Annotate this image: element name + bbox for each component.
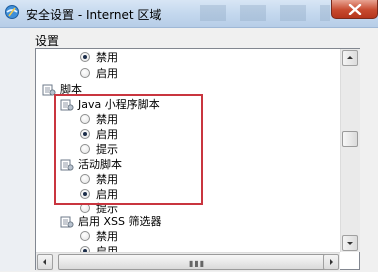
setting-label: 活动脚本 [78, 158, 122, 171]
settings-gear-icon [60, 159, 74, 171]
scroll-thumb[interactable] [342, 131, 358, 147]
list-item[interactable]: 禁用 [36, 50, 336, 65]
setting-item[interactable]: 活动脚本 [36, 157, 336, 172]
radio-button[interactable] [80, 189, 90, 199]
settings-label: 设置 [35, 34, 60, 48]
radio-button[interactable] [80, 129, 90, 139]
window-title: 安全设置 - Internet 区域 [26, 8, 162, 22]
list-item[interactable]: 禁用 [36, 172, 336, 187]
radio-button[interactable] [80, 231, 90, 241]
list-item[interactable]: 提示 [36, 142, 336, 157]
scroll-left-button[interactable] [37, 254, 53, 270]
list-item[interactable]: 启用 [36, 127, 336, 142]
vertical-scrollbar[interactable] [340, 49, 360, 252]
radio-button[interactable] [80, 114, 90, 124]
radio-label: 禁用 [96, 51, 118, 64]
setting-label: Java 小程序脚本 [78, 98, 160, 111]
horizontal-scroll-thumb[interactable]: ▮▮▮ [58, 254, 330, 270]
category-label: 脚本 [60, 83, 82, 96]
background-window-edge [0, 28, 30, 271]
list-item[interactable]: 启用 [36, 66, 336, 81]
setting-item[interactable]: 启用 XSS 筛选器 [36, 214, 336, 229]
scroll-up-button[interactable] [342, 50, 358, 66]
scroll-down-button[interactable] [342, 235, 358, 251]
scroll-right-button[interactable] [323, 254, 339, 270]
close-icon [348, 4, 362, 15]
setting-label: 启用 XSS 筛选器 [78, 215, 162, 228]
setting-item[interactable]: Java 小程序脚本 [36, 97, 336, 112]
arrow-up-icon [347, 56, 353, 59]
title-bar-blurred-area [200, 5, 330, 21]
radio-label: 启用 [96, 67, 118, 80]
radio-label: 禁用 [96, 113, 118, 126]
list-item[interactable]: 禁用 [36, 112, 336, 127]
settings-gear-icon [42, 84, 56, 96]
radio-label: 禁用 [96, 230, 118, 243]
settings-list[interactable]: 禁用 启用 脚本 Java 小程序脚本 禁用 启用 提示 活动脚本 禁用 启用 … [35, 48, 360, 270]
category-item[interactable]: 脚本 [36, 82, 336, 97]
radio-label: 启用 [96, 188, 118, 201]
radio-label: 启用 [96, 128, 118, 141]
settings-gear-icon [60, 216, 74, 228]
arrow-right-icon [330, 259, 333, 265]
radio-button[interactable] [80, 52, 90, 62]
arrow-left-icon [43, 259, 46, 265]
horizontal-scrollbar[interactable]: ▮▮▮ [36, 252, 340, 271]
close-button[interactable] [331, 0, 378, 19]
list-item[interactable]: 启用 [36, 187, 336, 202]
radio-label: 提示 [96, 143, 118, 156]
ie-security-icon [5, 5, 19, 19]
radio-label: 禁用 [96, 173, 118, 186]
grip-icon: ▮▮▮ [189, 259, 206, 268]
title-bar: 安全设置 - Internet 区域 [0, 0, 378, 28]
list-item[interactable]: 禁用 [36, 229, 336, 244]
arrow-down-icon [347, 242, 353, 245]
settings-gear-icon [60, 99, 74, 111]
radio-button[interactable] [80, 144, 90, 154]
radio-button[interactable] [80, 203, 90, 213]
radio-button[interactable] [80, 174, 90, 184]
radio-button[interactable] [80, 68, 90, 78]
